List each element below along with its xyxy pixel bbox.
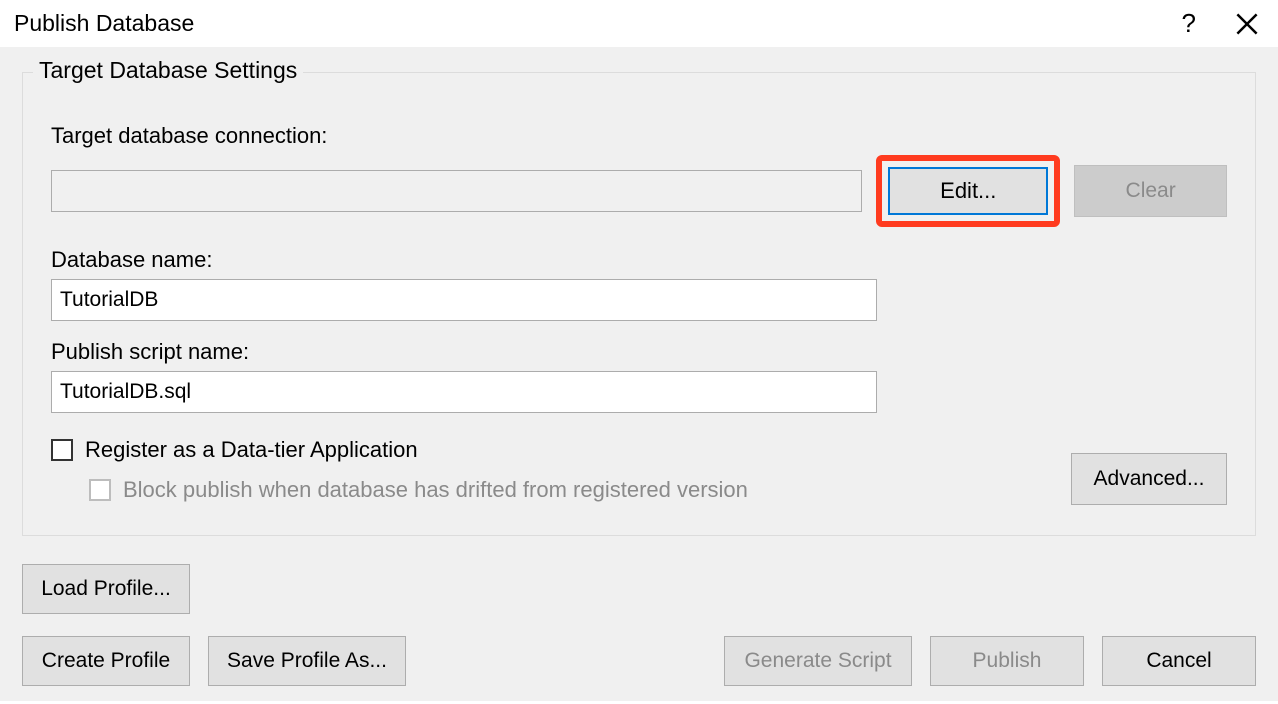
create-profile-button[interactable]: Create Profile bbox=[22, 636, 190, 686]
save-profile-as-button[interactable]: Save Profile As... bbox=[208, 636, 406, 686]
script-name-label: Publish script name: bbox=[51, 339, 1227, 365]
bottom-right-buttons: Generate Script Publish Cancel bbox=[724, 636, 1256, 686]
close-button[interactable] bbox=[1236, 13, 1258, 35]
help-button[interactable]: ? bbox=[1182, 8, 1196, 39]
database-name-input[interactable] bbox=[51, 279, 877, 321]
bottom-left-buttons: Create Profile Save Profile As... bbox=[22, 636, 406, 686]
bottom-area: Load Profile... Create Profile Save Prof… bbox=[22, 564, 1256, 686]
cancel-button[interactable]: Cancel bbox=[1102, 636, 1256, 686]
script-name-input[interactable] bbox=[51, 371, 877, 413]
edit-button-highlight: Edit... bbox=[876, 155, 1060, 227]
titlebar-controls: ? bbox=[1182, 8, 1258, 39]
close-icon bbox=[1236, 13, 1258, 35]
block-checkbox bbox=[89, 479, 111, 501]
advanced-button[interactable]: Advanced... bbox=[1071, 453, 1227, 505]
group-legend: Target Database Settings bbox=[33, 57, 303, 84]
register-checkbox-label: Register as a Data-tier Application bbox=[85, 437, 418, 463]
generate-script-button[interactable]: Generate Script bbox=[724, 636, 912, 686]
dialog-title: Publish Database bbox=[14, 10, 194, 37]
publish-button[interactable]: Publish bbox=[930, 636, 1084, 686]
bottom-button-row: Create Profile Save Profile As... Genera… bbox=[22, 636, 1256, 686]
block-checkbox-label: Block publish when database has drifted … bbox=[123, 477, 748, 503]
target-database-settings-group: Target Database Settings Target database… bbox=[22, 72, 1256, 536]
clear-button[interactable]: Clear bbox=[1074, 165, 1227, 217]
register-checkbox[interactable] bbox=[51, 439, 73, 461]
load-profile-button[interactable]: Load Profile... bbox=[22, 564, 190, 614]
connection-input[interactable] bbox=[51, 170, 862, 212]
edit-button[interactable]: Edit... bbox=[888, 167, 1048, 215]
database-name-label: Database name: bbox=[51, 247, 1227, 273]
dialog-body: Target Database Settings Target database… bbox=[0, 47, 1278, 701]
connection-label: Target database connection: bbox=[51, 123, 1227, 149]
titlebar: Publish Database ? bbox=[0, 0, 1278, 47]
connection-row: Edit... Clear bbox=[51, 155, 1227, 227]
